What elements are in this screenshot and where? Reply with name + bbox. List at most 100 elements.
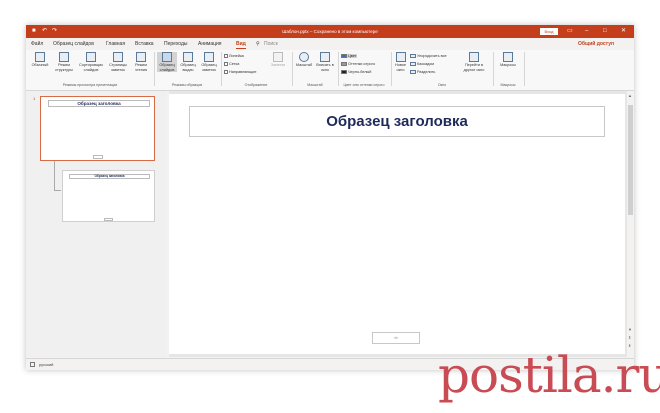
split-button[interactable]: Разделить	[410, 70, 435, 74]
normal-view-button[interactable]: Обычный	[29, 52, 51, 68]
minimize-button[interactable]: –	[585, 28, 588, 34]
slide-canvas: Образец заголовка ‹#›	[169, 94, 625, 354]
group-separator	[391, 52, 392, 86]
thumbnail-footer	[93, 155, 103, 159]
outline-view-button[interactable]: Режим структуры	[53, 52, 75, 72]
reading-view-button[interactable]: Режим чтения	[131, 52, 151, 72]
split-label: Разделить	[417, 70, 436, 74]
cascade-button[interactable]: Каскадом	[410, 62, 434, 66]
color-option[interactable]: Цвет	[341, 54, 357, 58]
window-group-label: Окно	[437, 83, 447, 87]
scroll-down-icon[interactable]: ▼	[628, 327, 632, 332]
macros-label: Макросы	[500, 63, 516, 67]
close-button[interactable]: ✕	[621, 28, 626, 34]
split-icon	[410, 70, 416, 74]
color-group-label: Цвет или оттенки серого	[343, 83, 385, 87]
macros-icon	[503, 52, 513, 62]
title-bar: ■ ↶ ↷ Шаблон.pptx – Сохранено в этом ком…	[26, 25, 634, 38]
color-swatch-icon	[341, 54, 347, 58]
macros-button[interactable]: Макросы	[497, 52, 519, 68]
show-group-label: Отображение	[244, 83, 268, 87]
layout-connector	[54, 161, 61, 191]
ruler-check-box	[224, 54, 228, 58]
fit-to-window-button[interactable]: Вписать в окно	[315, 52, 335, 72]
group-separator	[524, 52, 525, 86]
tab-animations[interactable]: Анимация	[198, 41, 221, 47]
thumbnail-title: Образец заголовка	[69, 174, 150, 179]
ribbon-display-icon[interactable]: ▭	[567, 28, 573, 34]
search-box[interactable]: Поиск	[264, 41, 278, 47]
notes-button[interactable]: Заметки	[268, 52, 288, 68]
powerpoint-window: ■ ↶ ↷ Шаблон.pptx – Сохранено в этом ком…	[26, 25, 634, 370]
tab-slide-master[interactable]: Образец слайдов	[53, 41, 94, 47]
zoom-label: Масштаб	[295, 63, 313, 67]
fit-window-label: Вписать в окно	[316, 63, 334, 72]
handout-master-label: Образец выдач	[180, 63, 196, 72]
slide-number-placeholder[interactable]: ‹#›	[372, 332, 420, 344]
grayscale-swatch-icon	[341, 62, 347, 66]
switch-window-button[interactable]: Перейти в другое окно	[461, 52, 487, 72]
gridlines-check-box	[224, 62, 228, 66]
watermark: postila.ru	[438, 346, 660, 404]
arrange-all-button[interactable]: Упорядочить все	[410, 54, 447, 58]
new-window-label: Новое окно	[394, 63, 407, 72]
arrange-all-icon	[410, 54, 416, 58]
notes-master-icon	[204, 52, 214, 62]
slide-master-label: Образец слайдов	[159, 63, 175, 72]
gridlines-checkbox[interactable]: Сетка	[224, 62, 239, 66]
share-button[interactable]: Общий доступ	[578, 41, 614, 47]
ruler-checkbox[interactable]: Линейка	[224, 54, 244, 58]
tab-transitions[interactable]: Переходы	[164, 41, 187, 47]
slide-sorter-button[interactable]: Сортировщик слайдов	[77, 52, 105, 72]
accessibility-icon[interactable]	[30, 362, 35, 367]
notes-master-button[interactable]: Образец заметок	[199, 52, 219, 72]
slide-sorter-icon	[86, 52, 96, 62]
slide-number: 1	[33, 96, 36, 101]
black-white-option[interactable]: Черно-белый	[341, 70, 371, 74]
tab-view[interactable]: Вид	[236, 41, 246, 49]
vertical-scrollbar[interactable]: ▲ ▼ ⇞ ⇟	[627, 91, 634, 357]
switch-window-label: Перейти в другое окно	[463, 63, 485, 72]
reading-view-icon	[136, 52, 146, 62]
zoom-button[interactable]: Масштаб	[294, 52, 314, 68]
group-separator	[493, 52, 494, 86]
slide-master-button[interactable]: Образец слайдов	[157, 52, 177, 72]
scroll-up-icon[interactable]: ▲	[628, 93, 632, 98]
guides-label: Направляющие	[229, 70, 257, 74]
layout-slide-thumbnail[interactable]: Образец заголовка	[62, 170, 155, 222]
new-window-icon	[395, 52, 406, 62]
cascade-label: Каскадом	[417, 62, 435, 66]
new-window-button[interactable]: Новое окно	[393, 52, 408, 72]
slide-sorter-label: Сортировщик слайдов	[79, 63, 103, 72]
gridlines-label: Сетка	[229, 62, 240, 66]
language-indicator[interactable]: русский	[39, 362, 53, 367]
normal-view-icon	[35, 52, 45, 62]
fit-window-icon	[320, 52, 330, 62]
grayscale-label: Оттенки серого	[348, 62, 376, 66]
maximize-button[interactable]: □	[603, 28, 607, 34]
master-slide-thumbnail[interactable]: Образец заголовка	[40, 96, 155, 161]
grayscale-option[interactable]: Оттенки серого	[341, 62, 375, 66]
guides-checkbox[interactable]: Направляющие	[224, 70, 257, 74]
prev-slide-icon[interactable]: ⇞	[628, 335, 631, 340]
title-placeholder[interactable]: Образец заголовка	[189, 106, 605, 137]
tab-file[interactable]: Файл	[31, 41, 43, 47]
macros-group-label: Макросы	[500, 83, 516, 87]
normal-view-label: Обычный	[31, 63, 49, 67]
zoom-icon	[299, 52, 309, 62]
search-icon[interactable]: ⚲	[256, 41, 260, 47]
switch-window-icon	[469, 52, 479, 62]
scrollbar-thumb[interactable]	[628, 105, 633, 215]
outline-view-label: Режим структуры	[55, 63, 73, 72]
handout-master-button[interactable]: Образец выдач	[178, 52, 198, 72]
sign-in-button[interactable]: Вход	[540, 28, 558, 35]
tab-insert[interactable]: Вставка	[135, 41, 154, 47]
notes-page-button[interactable]: Страницы заметок	[107, 52, 129, 72]
notes-page-icon	[113, 52, 123, 62]
ribbon: Обычный Режим структуры Сортировщик слай…	[26, 50, 634, 91]
slide-master-icon	[162, 52, 172, 62]
black-white-swatch-icon	[341, 70, 347, 74]
ruler-label: Линейка	[229, 54, 244, 58]
notes-master-label: Образец заметок	[201, 63, 217, 72]
tab-home[interactable]: Главная	[106, 41, 125, 47]
